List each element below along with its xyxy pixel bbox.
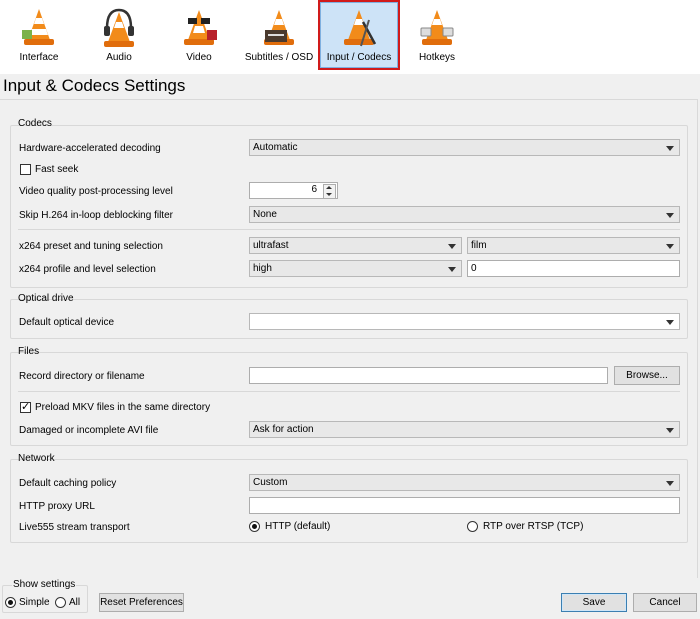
rtsp-radio[interactable] bbox=[467, 521, 478, 532]
x264-tuning-value: film bbox=[471, 240, 487, 251]
hw-decoding-select[interactable]: Automatic bbox=[249, 139, 680, 156]
simple-radio-label: Simple bbox=[19, 597, 50, 608]
tab-hotkeys[interactable]: Hotkeys bbox=[408, 0, 466, 70]
files-group-label: Files bbox=[18, 346, 40, 357]
tab-input-codecs[interactable]: Input / Codecs bbox=[318, 0, 400, 70]
tab-video-label: Video bbox=[186, 52, 212, 63]
live555-label: Live555 stream transport bbox=[19, 522, 130, 533]
save-button[interactable]: Save bbox=[561, 593, 627, 612]
cone-interface-icon bbox=[22, 9, 54, 45]
files-divider bbox=[18, 391, 680, 392]
preload-mkv-checkbox[interactable] bbox=[20, 400, 31, 413]
cone-video-glasses-icon bbox=[184, 10, 217, 45]
caching-select[interactable]: Custom bbox=[249, 474, 680, 491]
tab-video[interactable]: Video bbox=[170, 0, 228, 70]
cone-hotkeys-icon bbox=[420, 10, 454, 45]
x264-preset-label: x264 preset and tuning selection bbox=[19, 241, 163, 252]
caching-label: Default caching policy bbox=[19, 478, 117, 489]
tab-audio-label: Audio bbox=[106, 52, 132, 63]
chevron-down-icon bbox=[666, 213, 674, 218]
spin-buttons[interactable] bbox=[323, 184, 336, 199]
skip-h264-label: Skip H.264 in-loop deblocking filter bbox=[19, 210, 173, 221]
optical-device-label: Default optical device bbox=[19, 317, 115, 328]
tab-interface-label: Interface bbox=[19, 52, 59, 63]
x264-tuning-select[interactable]: film bbox=[467, 237, 680, 254]
damaged-avi-value: Ask for action bbox=[253, 424, 314, 435]
optical-device-select[interactable] bbox=[249, 313, 680, 330]
cancel-button[interactable]: Cancel bbox=[633, 593, 697, 612]
postproc-spinbox[interactable]: 6 bbox=[249, 182, 338, 199]
postproc-label: Video quality post-processing level bbox=[19, 186, 173, 197]
damaged-avi-select[interactable]: Ask for action bbox=[249, 421, 680, 438]
spin-down-icon bbox=[326, 193, 332, 196]
fast-seek-checkbox[interactable] bbox=[20, 164, 31, 175]
x264-profile-value: high bbox=[253, 263, 272, 274]
cone-subtitles-icon bbox=[264, 10, 294, 45]
postproc-value: 6 bbox=[311, 184, 317, 195]
chevron-down-icon bbox=[666, 428, 674, 433]
fast-seek-label: Fast seek bbox=[35, 164, 79, 175]
x264-level-value: 0 bbox=[471, 263, 477, 274]
all-radio-label: All bbox=[69, 597, 81, 608]
damaged-avi-label: Damaged or incomplete AVI file bbox=[19, 425, 159, 436]
tab-subtitles-osd-label: Subtitles / OSD bbox=[244, 52, 314, 63]
preload-mkv-label: Preload MKV files in the same directory bbox=[35, 402, 211, 413]
hw-decoding-label: Hardware-accelerated decoding bbox=[19, 143, 161, 154]
proxy-url-input[interactable] bbox=[249, 497, 680, 514]
tab-hotkeys-label: Hotkeys bbox=[418, 52, 456, 63]
x264-profile-label: x264 profile and level selection bbox=[19, 264, 156, 275]
x264-preset-select[interactable]: ultrafast bbox=[249, 237, 462, 254]
chevron-down-icon bbox=[666, 244, 674, 249]
skip-h264-select[interactable]: None bbox=[249, 206, 680, 223]
caching-value: Custom bbox=[253, 477, 288, 488]
page-title: Input & Codecs Settings bbox=[3, 76, 186, 95]
x264-profile-select[interactable]: high bbox=[249, 260, 462, 277]
tab-audio[interactable]: Audio bbox=[90, 0, 148, 70]
simple-radio[interactable] bbox=[5, 597, 16, 608]
spin-up-icon bbox=[326, 186, 332, 189]
browse-button[interactable]: Browse... bbox=[614, 366, 680, 385]
tab-interface[interactable]: Interface bbox=[8, 0, 70, 70]
record-label: Record directory or filename bbox=[19, 371, 145, 382]
rtsp-radio-label: RTP over RTSP (TCP) bbox=[483, 521, 584, 532]
http-radio[interactable] bbox=[249, 521, 260, 532]
all-radio[interactable] bbox=[55, 597, 66, 608]
x264-preset-value: ultrafast bbox=[253, 240, 289, 251]
network-group-label: Network bbox=[18, 453, 55, 464]
x264-level-input[interactable]: 0 bbox=[467, 260, 680, 277]
tab-subtitles-osd[interactable]: Subtitles / OSD bbox=[242, 0, 316, 70]
tab-input-codecs-label: Input / Codecs bbox=[326, 52, 392, 63]
chevron-down-icon bbox=[666, 146, 674, 151]
cone-headphones-icon bbox=[104, 8, 134, 47]
cone-codecs-icon bbox=[344, 10, 377, 47]
chevron-down-icon bbox=[448, 244, 456, 249]
category-toolbar: Interface Audio Video Subtitles / OSD In… bbox=[0, 0, 700, 74]
show-settings-label: Show settings bbox=[12, 579, 77, 590]
skip-h264-value: None bbox=[253, 209, 277, 220]
codecs-group-label: Codecs bbox=[18, 118, 52, 129]
hw-decoding-value: Automatic bbox=[253, 142, 298, 153]
chevron-down-icon bbox=[666, 481, 674, 486]
chevron-down-icon bbox=[666, 320, 674, 325]
proxy-label: HTTP proxy URL bbox=[19, 501, 95, 512]
codecs-divider bbox=[18, 229, 680, 230]
reset-preferences-button[interactable]: Reset Preferences bbox=[99, 593, 184, 612]
chevron-down-icon bbox=[448, 267, 456, 272]
optical-group-label: Optical drive bbox=[18, 293, 74, 304]
record-path-input[interactable] bbox=[249, 367, 608, 384]
http-radio-label: HTTP (default) bbox=[265, 521, 331, 532]
